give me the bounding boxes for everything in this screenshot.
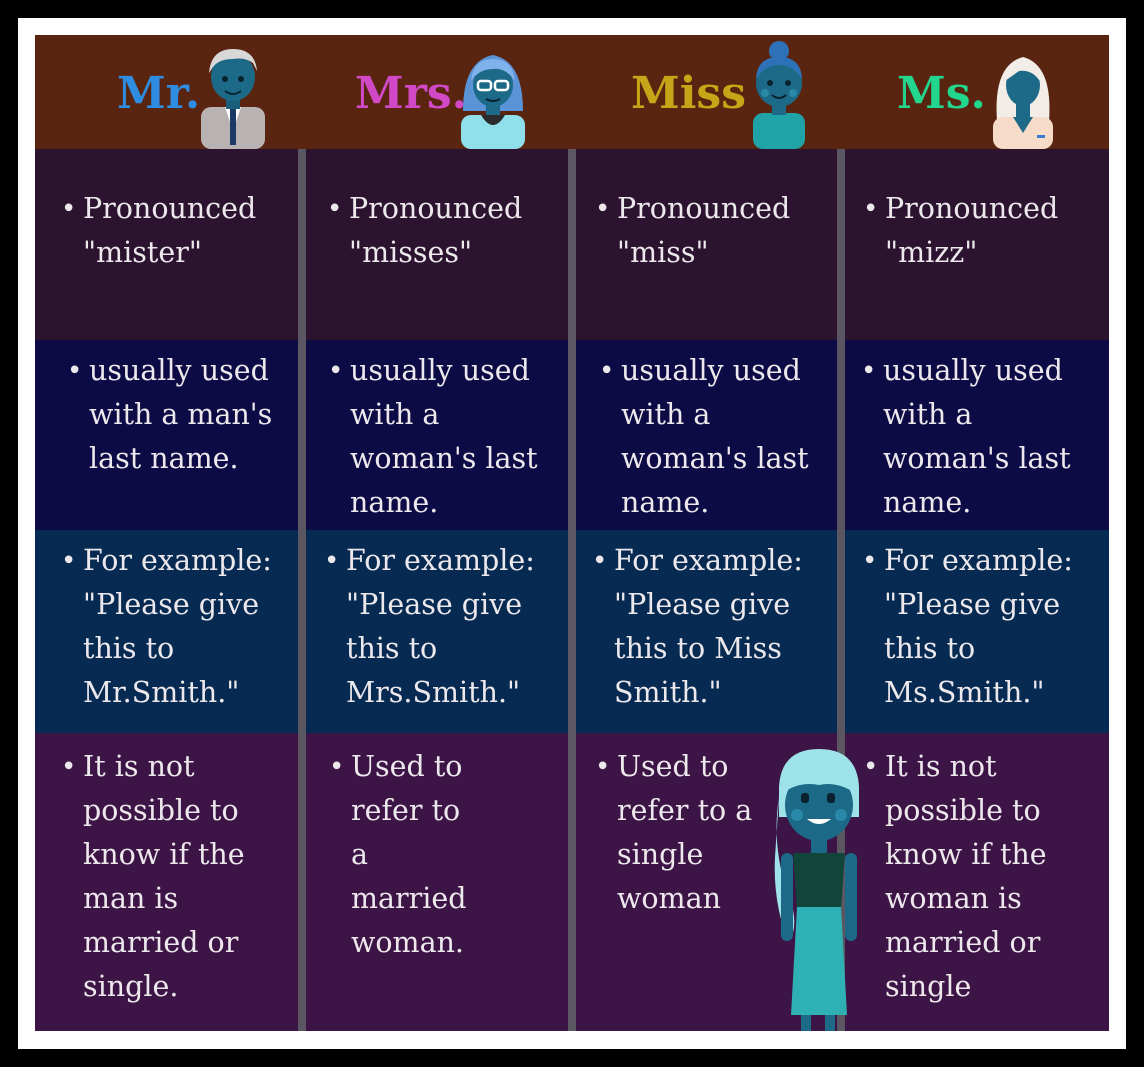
- bullet: •: [328, 356, 344, 386]
- title-mrs: Mrs.: [355, 68, 467, 119]
- bullet: •: [329, 752, 345, 782]
- column-divider: [568, 149, 576, 1031]
- cell-mr-pronounced: • Pronounced "mister": [61, 187, 256, 275]
- woman-bun-avatar-icon: [753, 41, 805, 149]
- header-bar: Mr. Mrs. Miss Ms.: [35, 35, 1109, 149]
- bullet: •: [327, 194, 343, 224]
- cell-mr-usage: • usually used with a man's last name.: [67, 349, 272, 481]
- title-mr: Mr.: [117, 68, 201, 119]
- woman-blonde-avatar-icon: [993, 57, 1053, 149]
- cell-mrs-pronounced: • Pronounced "misses": [327, 187, 522, 275]
- cell-mrs-usage: • usually used with a woman's last name.: [328, 349, 538, 525]
- cell-ms-example: • For example: "Please give this to Ms.Sm…: [862, 539, 1073, 715]
- woman-glasses-avatar-icon: [461, 55, 525, 149]
- bullet: •: [595, 194, 611, 224]
- cell-miss-usage: • usually used with a woman's last name.: [599, 349, 809, 525]
- cell-miss-pronounced: • Pronounced "miss": [595, 187, 790, 275]
- title-miss: Miss: [631, 68, 746, 119]
- cell-miss-marital: • Used to refer to a single woman: [595, 745, 752, 921]
- cell-mr-marital: • It is not possible to know if the man i…: [61, 745, 245, 1009]
- cell-ms-usage: • usually used with a woman's last name.: [861, 349, 1071, 525]
- bullet: •: [595, 752, 611, 782]
- bullet: •: [861, 356, 877, 386]
- bullet: •: [61, 752, 77, 782]
- cell-miss-example: • For example: "Please give this to Miss …: [592, 539, 803, 715]
- cell-mrs-example: • For example: "Please give this to Mrs.S…: [324, 539, 535, 715]
- girl-figure-icon: [774, 749, 859, 1031]
- man-avatar-icon: [201, 49, 265, 149]
- bullet: •: [61, 546, 77, 576]
- column-divider: [298, 149, 306, 1031]
- title-ms: Ms.: [897, 68, 986, 119]
- cell-ms-pronounced: • Pronounced "mizz": [863, 187, 1058, 275]
- bullet: •: [67, 356, 83, 386]
- honorifics-chart: Mr. Mrs. Miss Ms. • Pronounced "mister" …: [35, 35, 1109, 1031]
- bullet: •: [599, 356, 615, 386]
- cell-mrs-marital: • Used to refer to a married woman.: [329, 745, 467, 965]
- bullet: •: [592, 546, 608, 576]
- cell-mr-example: • For example: "Please give this to Mr.Sm…: [61, 539, 272, 715]
- bullet: •: [862, 546, 878, 576]
- bullet: •: [324, 546, 340, 576]
- cell-ms-marital: • It is not possible to know if the woman…: [863, 745, 1047, 1009]
- bullet: •: [863, 194, 879, 224]
- bullet: •: [61, 194, 77, 224]
